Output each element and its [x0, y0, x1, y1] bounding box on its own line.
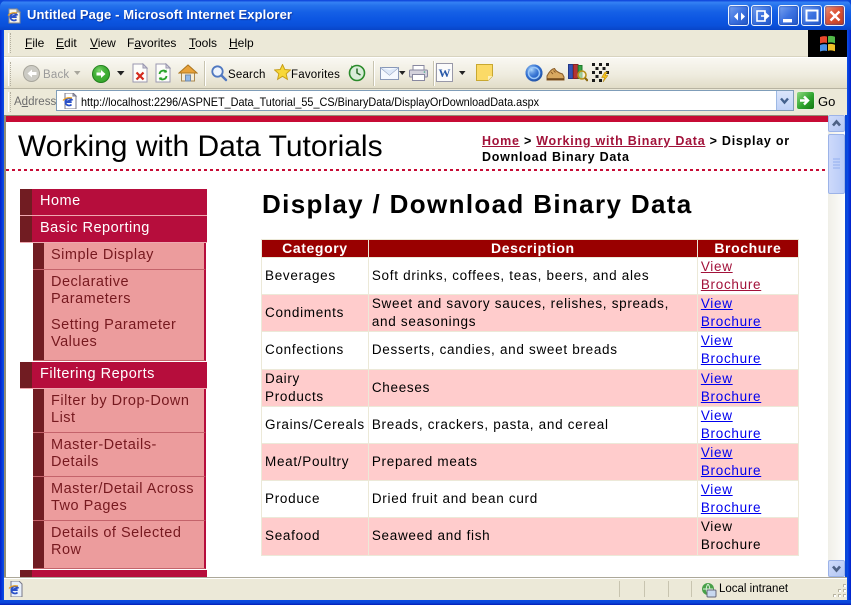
svg-text:W: W	[439, 66, 451, 80]
